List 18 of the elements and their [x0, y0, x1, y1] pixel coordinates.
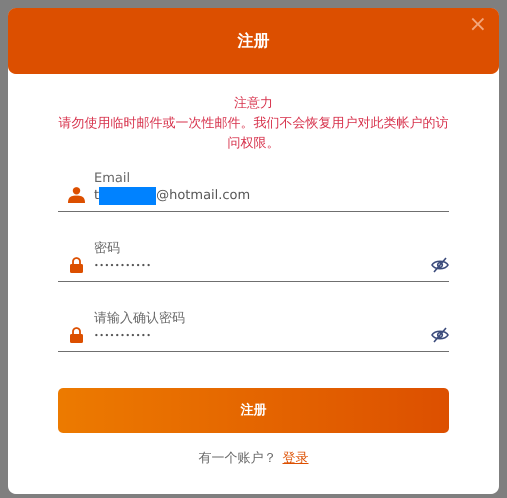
field-label: Email	[94, 170, 132, 187]
notice-text: 请勿使用临时邮件或一次性邮件。我们不会恢复用户对此类帐户的访问权限。	[58, 115, 449, 153]
dialog-title: 注册	[238, 30, 270, 52]
field-value: @hotmail.com	[156, 187, 250, 205]
password-value: •••••••••••	[94, 330, 152, 342]
field-value: t	[94, 187, 100, 205]
lock-icon	[70, 327, 82, 343]
person-icon	[68, 186, 84, 203]
footer-text: 有一个账户？	[198, 450, 276, 468]
lock-icon	[70, 257, 82, 273]
input-field[interactable]: 请输入确认密码 •••••••••••	[58, 282, 449, 352]
input-field[interactable]: 密码 •••••••••••	[58, 212, 449, 282]
password-value: •••••••••••	[94, 260, 152, 272]
field-label: 密码	[94, 240, 121, 257]
input-field[interactable]: Email t @hotmail.com	[58, 154, 449, 212]
notice-heading: 注意力	[234, 95, 273, 113]
login-link[interactable]: 登录	[282, 449, 308, 468]
field-label: 请输入确认密码	[94, 310, 186, 327]
